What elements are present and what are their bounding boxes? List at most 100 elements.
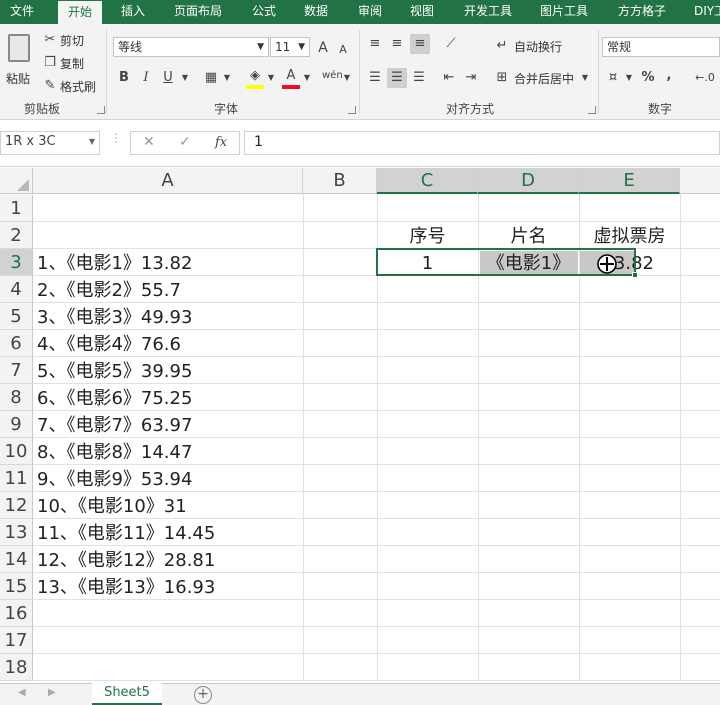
percent-button[interactable]: % bbox=[640, 68, 656, 88]
row-header[interactable]: 11 bbox=[0, 465, 33, 492]
decrease-indent-icon[interactable]: ⇤ bbox=[440, 68, 458, 88]
font-size-select[interactable]: 11 ▼ bbox=[270, 37, 310, 57]
scroll-left-icon[interactable]: ◀ bbox=[18, 687, 26, 698]
align-middle-icon[interactable]: ≡ bbox=[388, 34, 406, 54]
cell-a7[interactable]: 5、《电影5》39.95 bbox=[37, 358, 192, 385]
orientation-icon[interactable]: ⟋ bbox=[440, 34, 462, 54]
row-header[interactable]: 4 bbox=[0, 276, 33, 303]
row-header[interactable]: 7 bbox=[0, 357, 33, 384]
grow-font-icon[interactable]: A bbox=[315, 38, 331, 58]
row-header[interactable]: 13 bbox=[0, 519, 33, 546]
copy-button[interactable]: ❐ 复制 bbox=[42, 53, 102, 73]
row-header[interactable]: 6 bbox=[0, 330, 33, 357]
column-header-d[interactable]: D bbox=[478, 168, 579, 194]
tab-file[interactable]: 文件 bbox=[10, 0, 34, 24]
increase-decimal-icon[interactable]: ←.0 bbox=[694, 68, 716, 88]
row-header[interactable]: 2 bbox=[0, 222, 33, 249]
cell-e2[interactable]: 虚拟票房 bbox=[579, 223, 680, 250]
chevron-down-icon[interactable]: ▼ bbox=[180, 68, 190, 88]
italic-button[interactable]: I bbox=[138, 68, 154, 88]
cut-button[interactable]: ✂ 剪切 bbox=[42, 30, 102, 50]
tab-page-layout[interactable]: 页面布局 bbox=[174, 0, 222, 24]
cell-a5[interactable]: 3、《电影3》49.93 bbox=[37, 304, 192, 331]
tab-developer[interactable]: 开发工具 bbox=[464, 0, 512, 24]
sheet-tab-sheet5[interactable]: Sheet5 bbox=[92, 683, 162, 705]
tab-diy[interactable]: DIY工具箱 bbox=[694, 0, 720, 24]
cell-a9[interactable]: 7、《电影7》63.97 bbox=[37, 412, 192, 439]
shrink-font-icon[interactable]: A bbox=[336, 40, 350, 60]
tab-view[interactable]: 视图 bbox=[410, 0, 434, 24]
insert-function-icon[interactable]: fx bbox=[215, 135, 227, 150]
row-header[interactable]: 3 bbox=[0, 249, 33, 276]
chevron-down-icon[interactable]: ▼ bbox=[624, 68, 634, 88]
tab-picture-tools[interactable]: 图片工具 bbox=[540, 0, 588, 24]
column-header-a[interactable]: A bbox=[33, 168, 303, 194]
increase-indent-icon[interactable]: ⇥ bbox=[462, 68, 480, 88]
alignment-launcher-icon[interactable] bbox=[588, 106, 596, 114]
font-color-button[interactable]: A bbox=[282, 68, 300, 90]
paste-button[interactable]: 粘贴 bbox=[4, 30, 32, 90]
chevron-down-icon[interactable]: ▼ bbox=[342, 68, 352, 88]
cell-a10[interactable]: 8、《电影8》14.47 bbox=[37, 439, 192, 466]
column-header-e[interactable]: E bbox=[579, 168, 680, 194]
align-left-icon[interactable]: ☰ bbox=[366, 68, 384, 88]
font-launcher-icon[interactable] bbox=[348, 106, 356, 114]
add-sheet-icon[interactable]: + bbox=[194, 686, 212, 704]
wrap-text-button[interactable]: ↵ 自动换行 bbox=[494, 36, 574, 56]
formula-input[interactable]: 1 bbox=[244, 131, 720, 155]
cell-a6[interactable]: 4、《电影4》76.6 bbox=[37, 331, 181, 358]
row-header[interactable]: 1 bbox=[0, 195, 33, 222]
chevron-down-icon[interactable]: ▼ bbox=[222, 68, 232, 88]
comma-button[interactable]: , bbox=[662, 66, 676, 86]
cell-d2[interactable]: 片名 bbox=[478, 223, 579, 250]
cell-a14[interactable]: 12、《电影12》28.81 bbox=[37, 547, 215, 574]
scroll-right-icon[interactable]: ▶ bbox=[48, 687, 56, 698]
cell-a3[interactable]: 1、《电影1》13.82 bbox=[37, 250, 192, 277]
cell-a12[interactable]: 10、《电影10》31 bbox=[37, 493, 187, 520]
currency-icon[interactable]: ¤ bbox=[604, 68, 622, 88]
row-header[interactable]: 16 bbox=[0, 600, 33, 627]
row-header[interactable]: 10 bbox=[0, 438, 33, 465]
tab-data[interactable]: 数据 bbox=[304, 0, 328, 24]
select-all-button[interactable] bbox=[0, 168, 33, 194]
merge-center-button[interactable]: ⊞ 合并后居中 ▼ bbox=[494, 68, 594, 88]
row-header[interactable]: 15 bbox=[0, 573, 33, 600]
bold-button[interactable]: B bbox=[116, 68, 132, 88]
row-header[interactable]: 12 bbox=[0, 492, 33, 519]
tab-insert[interactable]: 插入 bbox=[121, 0, 145, 24]
cell-a8[interactable]: 6、《电影6》75.25 bbox=[37, 385, 192, 412]
fill-handle[interactable] bbox=[632, 272, 638, 278]
align-bottom-icon[interactable]: ≡ bbox=[410, 34, 430, 54]
column-header-b[interactable]: B bbox=[303, 168, 377, 194]
row-header[interactable]: 17 bbox=[0, 627, 33, 654]
tab-home[interactable]: 开始 bbox=[58, 1, 103, 24]
tab-formulas[interactable]: 公式 bbox=[252, 0, 276, 24]
tab-review[interactable]: 审阅 bbox=[358, 0, 382, 24]
border-icon[interactable]: ▦ bbox=[202, 68, 220, 88]
fill-color-button[interactable]: ◈ bbox=[246, 68, 264, 90]
underline-button[interactable]: U bbox=[160, 68, 176, 88]
format-painter-button[interactable]: ✎ 格式刷 bbox=[42, 76, 102, 96]
tab-fangfang[interactable]: 方方格子 bbox=[618, 0, 666, 24]
cell-c2[interactable]: 序号 bbox=[377, 223, 478, 250]
clipboard-launcher-icon[interactable] bbox=[97, 106, 105, 114]
drag-handle-icon[interactable]: ⋮ bbox=[110, 131, 122, 145]
phonetic-guide-icon[interactable]: wén bbox=[322, 66, 343, 86]
row-header[interactable]: 18 bbox=[0, 654, 33, 681]
chevron-down-icon[interactable]: ▼ bbox=[302, 68, 312, 88]
chevron-down-icon[interactable]: ▼ bbox=[266, 68, 276, 88]
cancel-icon[interactable]: ✕ bbox=[143, 134, 155, 150]
cell-a4[interactable]: 2、《电影2》55.7 bbox=[37, 277, 181, 304]
cell-a11[interactable]: 9、《电影9》53.94 bbox=[37, 466, 192, 493]
cell-a15[interactable]: 13、《电影13》16.93 bbox=[37, 574, 215, 601]
name-box[interactable]: 1R x 3C ▼ bbox=[0, 131, 100, 155]
row-header[interactable]: 8 bbox=[0, 384, 33, 411]
row-header[interactable]: 14 bbox=[0, 546, 33, 573]
number-format-select[interactable]: 常规 bbox=[602, 37, 720, 57]
align-right-icon[interactable]: ☰ bbox=[410, 68, 428, 88]
align-center-icon[interactable]: ☰ bbox=[387, 68, 407, 88]
row-header[interactable]: 5 bbox=[0, 303, 33, 330]
align-top-icon[interactable]: ≡ bbox=[366, 34, 384, 54]
font-name-select[interactable]: 等线 ▼ bbox=[113, 37, 269, 57]
row-header[interactable]: 9 bbox=[0, 411, 33, 438]
